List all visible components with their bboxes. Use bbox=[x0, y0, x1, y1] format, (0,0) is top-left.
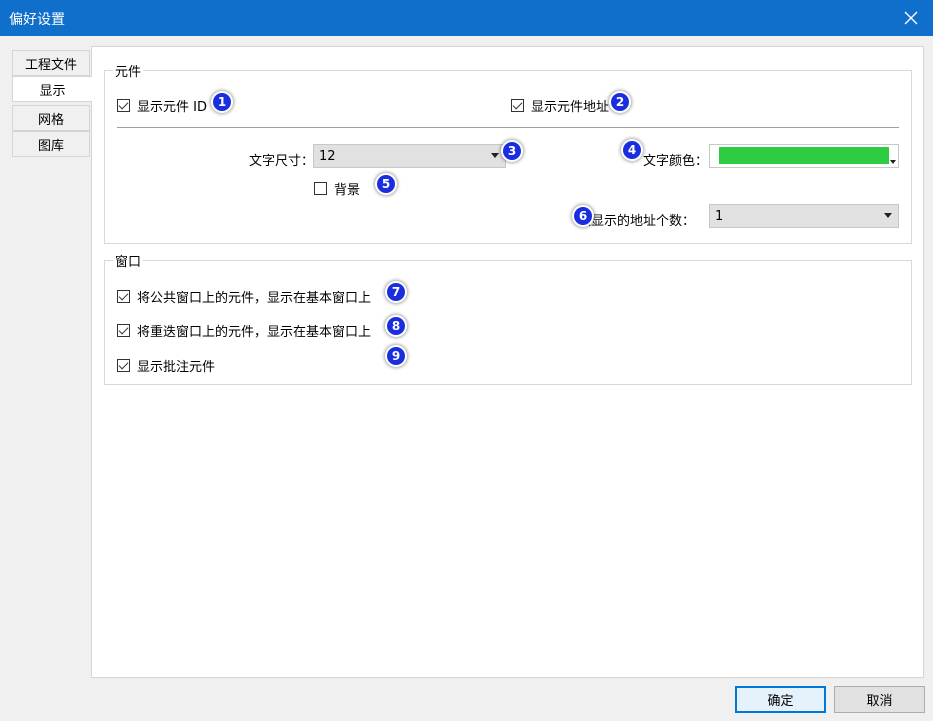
checkbox-box[interactable] bbox=[117, 290, 130, 303]
color-swatch bbox=[719, 147, 889, 164]
checkbox-box[interactable] bbox=[117, 324, 130, 337]
tab-project-file[interactable]: 工程文件 bbox=[12, 50, 90, 76]
checkbox-box[interactable] bbox=[314, 182, 327, 195]
annotation-badge-5: 5 bbox=[377, 175, 395, 193]
show-component-id-label: 显示元件 ID bbox=[137, 96, 207, 115]
checkbox-box[interactable] bbox=[117, 359, 130, 372]
dropdown-arrow-icon bbox=[890, 160, 896, 164]
show-comment-components-checkbox[interactable]: 显示批注元件 bbox=[117, 356, 215, 375]
text-size-select[interactable]: 12 bbox=[313, 144, 506, 168]
annotation-badge-1: 1 bbox=[213, 93, 231, 111]
tab-library[interactable]: 图库 bbox=[12, 131, 90, 157]
tab-label: 显示 bbox=[39, 80, 65, 99]
display-settings-panel: 元件 显示元件 ID 1 显示元件地址 2 文字尺寸： 12 3 4 文字颜色：… bbox=[91, 46, 924, 678]
components-group: 元件 显示元件 ID 1 显示元件地址 2 文字尺寸： 12 3 4 文字颜色：… bbox=[104, 70, 912, 244]
annotation-badge-9: 9 bbox=[387, 347, 405, 365]
dropdown-arrow-icon bbox=[884, 213, 892, 218]
annotation-badge-3: 3 bbox=[503, 142, 521, 160]
ok-button[interactable]: 确定 bbox=[735, 686, 826, 713]
show-component-address-checkbox[interactable]: 显示元件地址 bbox=[511, 96, 609, 115]
tab-display[interactable]: 显示 bbox=[12, 76, 92, 102]
title-bar: 偏好设置 bbox=[0, 0, 933, 36]
annotation-badge-7: 7 bbox=[387, 283, 405, 301]
close-button[interactable] bbox=[889, 0, 933, 36]
tab-grid[interactable]: 网格 bbox=[12, 105, 90, 131]
window-group-title: 窗口 bbox=[113, 251, 143, 270]
text-color-picker[interactable] bbox=[709, 144, 899, 168]
show-component-id-checkbox[interactable]: 显示元件 ID bbox=[117, 96, 207, 115]
divider bbox=[117, 127, 899, 128]
components-group-title: 元件 bbox=[113, 61, 143, 80]
annotation-badge-4: 4 bbox=[623, 141, 641, 159]
address-count-select[interactable]: 1 bbox=[709, 204, 899, 228]
annotation-badge-6: 6 bbox=[574, 207, 592, 225]
dropdown-arrow-icon bbox=[491, 153, 499, 158]
tab-label: 工程文件 bbox=[25, 54, 77, 73]
window-group: 窗口 将公共窗口上的元件，显示在基本窗口上 7 将重迭窗口上的元件，显示在基本窗… bbox=[104, 260, 912, 385]
show-component-address-label: 显示元件地址 bbox=[531, 96, 609, 115]
address-count-label: 欲显示的地址个数： bbox=[578, 210, 695, 229]
show-overlap-window-components-checkbox[interactable]: 将重迭窗口上的元件，显示在基本窗口上 bbox=[117, 321, 371, 340]
address-count-value: 1 bbox=[715, 209, 723, 224]
close-icon bbox=[904, 11, 918, 25]
checkbox-label: 将重迭窗口上的元件，显示在基本窗口上 bbox=[137, 321, 371, 340]
text-size-value: 12 bbox=[319, 149, 336, 164]
annotation-badge-2: 2 bbox=[611, 93, 629, 111]
text-color-label: 文字颜色： bbox=[643, 150, 708, 169]
checkbox-box[interactable] bbox=[117, 99, 130, 112]
annotation-badge-8: 8 bbox=[387, 317, 405, 335]
checkbox-box[interactable] bbox=[511, 99, 524, 112]
cancel-button[interactable]: 取消 bbox=[834, 686, 925, 713]
checkbox-label: 显示批注元件 bbox=[137, 356, 215, 375]
tab-label: 网格 bbox=[38, 109, 64, 128]
checkbox-label: 将公共窗口上的元件，显示在基本窗口上 bbox=[137, 287, 371, 306]
background-checkbox[interactable]: 背景 bbox=[314, 179, 360, 198]
text-size-label: 文字尺寸： bbox=[249, 150, 314, 169]
tab-label: 图库 bbox=[38, 135, 64, 154]
show-common-window-components-checkbox[interactable]: 将公共窗口上的元件，显示在基本窗口上 bbox=[117, 287, 371, 306]
background-label: 背景 bbox=[334, 179, 360, 198]
window-title: 偏好设置 bbox=[9, 9, 65, 29]
